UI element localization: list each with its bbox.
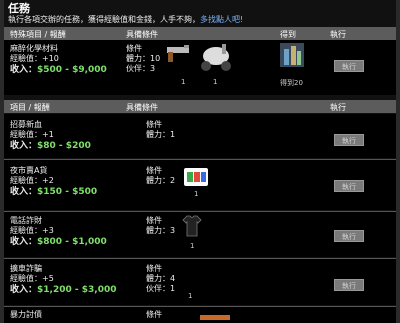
income-label: 收入：: [10, 237, 38, 247]
income-value: $1,200 - $3,000: [37, 285, 117, 295]
task-exp: 經驗值：+10: [10, 54, 59, 63]
task-row: 招募新血 經驗值：+1 收入：$80 - $200 條件 體力：1 執行: [4, 114, 396, 158]
main-header-conditions: 具備條件: [126, 103, 158, 112]
income-label: 收入：: [10, 141, 38, 151]
income-label: 收入：: [10, 65, 38, 75]
task-name: 招募新血: [10, 120, 42, 129]
item-count: 1: [194, 190, 199, 198]
income-label: 收入：: [10, 285, 38, 295]
right-frame: [396, 0, 400, 323]
special-row: 麻醉化學材料 經驗值：+10 收入：$500 - $9,000 條件 體力：10…: [4, 40, 396, 95]
cond-label: 條件: [146, 264, 162, 273]
card-icon: [184, 168, 208, 186]
task-exp: 經驗值：+1: [10, 130, 54, 139]
task-income: 收入：$80 - $200: [10, 140, 91, 152]
special-header-execute: 執行: [330, 30, 346, 39]
cond-stamina: 體力：2: [146, 176, 176, 185]
pistol-icon: [167, 45, 189, 62]
intro-label: 執行各項交辦的任務，獲得經驗值和金錢，人手不夠，: [8, 15, 200, 24]
task-exp: 經驗值：+3: [10, 226, 54, 235]
item-count: 1: [181, 78, 186, 86]
cond-label: 條件: [126, 44, 142, 53]
cond-stamina: 體力：10: [126, 54, 161, 63]
scooter-icon: [201, 44, 231, 71]
execute-button[interactable]: 執行: [334, 180, 364, 192]
task-name: 擴車詐騙: [10, 264, 42, 273]
execute-button[interactable]: 執行: [334, 230, 364, 242]
task-income: 收入：$800 - $1,000: [10, 236, 107, 248]
cond-stamina: 體力：4: [146, 274, 176, 283]
income-value: $150 - $500: [37, 187, 98, 197]
task-row: 電話詐財 經驗值：+3 收入：$800 - $1,000 條件 體力：3 1 執…: [4, 212, 396, 257]
execute-button[interactable]: 執行: [334, 60, 364, 72]
cond-label: 條件: [146, 310, 162, 319]
cond-label: 條件: [146, 166, 162, 175]
cond-label: 條件: [146, 120, 162, 129]
income-value: $500 - $9,000: [37, 65, 107, 75]
task-row: 暴力討債 條件: [4, 307, 396, 323]
task-row: 夜市賣A貨 經驗值：+2 收入：$150 - $500 條件 體力：2 1 執行: [4, 160, 396, 210]
cond-stamina: 體力：1: [146, 130, 176, 139]
income-value: $800 - $1,000: [37, 237, 107, 247]
task-income: 收入：$500 - $9,000: [10, 64, 107, 76]
task-exp: 經驗值：+5: [10, 274, 54, 283]
task-income: 收入：$150 - $500: [10, 186, 97, 198]
income-label: 收入：: [10, 187, 38, 197]
execute-button[interactable]: 執行: [334, 134, 364, 146]
special-header: 特殊項目 / 報酬 具備條件 得到 執行: [4, 27, 396, 40]
task-exp: 經驗值：+2: [10, 176, 54, 185]
special-header-gain: 得到: [280, 30, 296, 39]
item-count: 1: [190, 242, 195, 250]
main-header: 項目 / 報酬 具備條件 執行: [4, 100, 396, 113]
special-header-item: 特殊項目 / 報酬: [10, 30, 66, 39]
cond-partner: 伙伴：3: [126, 64, 156, 73]
task-name: 夜市賣A貨: [10, 166, 48, 175]
cond-stamina: 體力：3: [146, 226, 176, 235]
main-header-item: 項目 / 報酬: [10, 103, 50, 112]
task-income: 收入：$1,200 - $3,000: [10, 284, 116, 296]
cond-partner: 伙伴：1: [146, 284, 176, 293]
main-header-execute: 執行: [330, 103, 346, 112]
item-count: 1: [188, 292, 193, 300]
task-name: 電話詐財: [10, 216, 42, 225]
task-name: 麻醉化學材料: [10, 44, 58, 53]
income-value: $80 - $200: [37, 141, 91, 151]
stick-icon: [200, 315, 230, 320]
execute-button[interactable]: 執行: [334, 279, 364, 291]
intro-text: 執行各項交辦的任務，獲得經驗值和金錢，人手不夠，多找點人吧!: [8, 14, 243, 25]
intro-link[interactable]: 多找點人吧!: [200, 15, 243, 24]
gain-count: 得到20: [280, 79, 303, 87]
tshirt-icon: [182, 215, 202, 237]
reward-bottles-icon: [280, 43, 304, 67]
special-header-conditions: 具備條件: [126, 30, 158, 39]
task-row: 擴車詐騙 經驗值：+5 收入：$1,200 - $3,000 條件 體力：4 伙…: [4, 259, 396, 305]
item-count: 1: [213, 78, 218, 86]
task-name: 暴力討債: [10, 310, 42, 319]
cond-label: 條件: [146, 216, 162, 225]
